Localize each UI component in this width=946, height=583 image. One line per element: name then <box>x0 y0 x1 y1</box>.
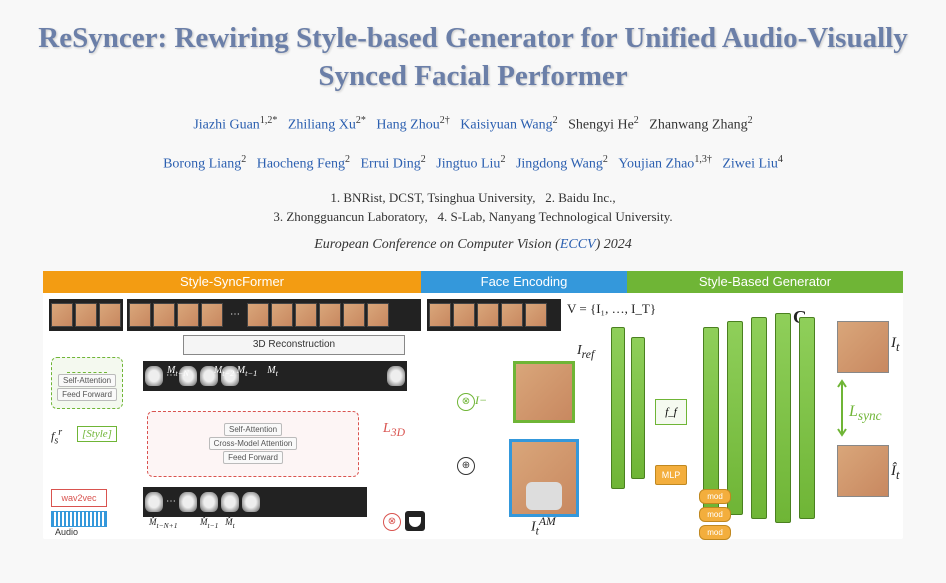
author-kaisiyuan-wang[interactable]: Kaisiyuan Wang <box>460 118 552 133</box>
author-shengyi-he: Shengyi He <box>568 118 634 133</box>
author-affil-sup: 2 <box>345 154 350 165</box>
mask-small-icon <box>405 511 425 531</box>
venue-prefix: European Conference on Computer Vision ( <box>314 237 560 252</box>
author-zhanwang-zhang: Zhanwang Zhang <box>649 118 747 133</box>
author-youjian-zhao[interactable]: Youjian Zhao <box>618 156 694 171</box>
author-affil-sup: 2 <box>500 154 505 165</box>
attn-block-2: Self-Attention Cross-Model Attention Fee… <box>147 411 359 477</box>
I-AM-image <box>509 439 579 517</box>
style-box: [Style] <box>77 426 117 442</box>
header-generator: Style-Based Generator <box>627 271 903 293</box>
author-haocheng-feng[interactable]: Haocheng Feng <box>257 156 345 171</box>
mod-1: mod <box>699 489 731 504</box>
Ihat-label: Ît <box>891 463 899 483</box>
op-sum: ⊕ <box>457 457 475 475</box>
op-mask: ⊗ <box>457 393 475 411</box>
mlp-box: MLP <box>655 465 687 485</box>
author-affil-sup: 2 <box>634 115 639 126</box>
output-Ihat <box>837 445 889 497</box>
self-attention-1: Self-Attention <box>58 374 116 387</box>
cross-model-attention: Cross-Model Attention <box>209 437 298 450</box>
affil-1: 1. BNRist, DCST, Tsinghua University, <box>330 190 535 205</box>
author-borong-liang[interactable]: Borong Liang <box>163 156 241 171</box>
author-affil-sup: 2 <box>421 154 426 165</box>
author-affil-sup: 2 <box>603 154 608 165</box>
author-affil-sup: 2* <box>356 115 366 126</box>
author-affil-sup: 1,3† <box>694 154 712 165</box>
author-affil-sup: 4 <box>778 154 783 165</box>
Lsync-label: Lsync <box>849 403 882 424</box>
author-zhiliang-xu[interactable]: Zhiliang Xu <box>288 118 356 133</box>
audio-waveform-icon <box>51 511 107 527</box>
author-affil-sup: 2† <box>440 115 450 126</box>
attn-block-1: Self-Attention Feed Forward <box>51 357 123 409</box>
paper-header: ReSyncer: Rewiring Style-based Generator… <box>0 0 946 549</box>
author-jingdong-wang[interactable]: Jingdong Wang <box>516 156 603 171</box>
author-affil-sup: 2 <box>553 115 558 126</box>
Mhat-label: M̂t−N+1 M̂t−1 M̂t <box>149 517 235 530</box>
mod-3: mod <box>699 525 731 540</box>
author-affil-sup: 2 <box>748 115 753 126</box>
audio-label: Audio <box>55 527 78 537</box>
box-3d-reconstruction: 3D Reconstruction <box>183 335 405 355</box>
ItAM-label: ItAM <box>531 515 556 537</box>
output-It <box>837 321 889 373</box>
affiliations: 1. BNRist, DCST, Tsinghua University, 2.… <box>30 188 916 227</box>
paper-title: ReSyncer: Rewiring Style-based Generator… <box>30 20 916 95</box>
author-affil-sup: 1,2* <box>260 115 278 126</box>
header-syncformer: Style-SyncFormer <box>43 271 421 293</box>
Iref-label: Iref <box>577 343 594 361</box>
op-mul: ⊗ <box>383 513 401 531</box>
L3D-label: L3D <box>383 421 405 439</box>
author-affil-sup: 2 <box>241 154 246 165</box>
architecture-diagram: Style-SyncFormer Face Encoding Style-Bas… <box>43 271 903 539</box>
authors-line-2: Borong Liang2 Haocheng Feng2 Errui Ding2… <box>30 150 916 178</box>
affil-4: 4. S-Lab, Nanyang Technological Universi… <box>437 209 672 224</box>
mod-2: mod <box>699 507 731 522</box>
author-hang-zhou[interactable]: Hang Zhou <box>376 118 439 133</box>
feed-forward-1: Feed Forward <box>57 388 117 401</box>
It-label: It <box>891 335 899 355</box>
venue-suffix: ) 2024 <box>596 237 632 252</box>
fs-label: fsr <box>51 427 62 446</box>
sync-arrow-icon <box>837 379 847 437</box>
author-jiazhi-guan[interactable]: Jiazhi Guan <box>193 118 259 133</box>
filmstrip-long: ⋯ <box>127 299 421 331</box>
V-label: V = {I₁, …, I_T} <box>567 301 656 317</box>
affil-2: 2. Baidu Inc., <box>545 190 615 205</box>
ff-box: f_f <box>655 399 687 425</box>
venue: European Conference on Computer Vision (… <box>30 237 916 253</box>
author-jingtuo-liu[interactable]: Jingtuo Liu <box>436 156 500 171</box>
M-label: Mt−N Mt−2 Mt−1 Mt <box>167 365 278 378</box>
self-attention-2: Self-Attention <box>224 423 282 436</box>
maskstrip-Mhat: ⋯ <box>143 487 367 517</box>
header-face-encoding: Face Encoding <box>421 271 627 293</box>
feed-forward-2: Feed Forward <box>223 451 283 464</box>
author-ziwei-liu[interactable]: Ziwei Liu <box>722 156 778 171</box>
wav2vec-box: wav2vec <box>51 489 107 507</box>
xI-label: I− <box>475 393 487 408</box>
author-errui-ding[interactable]: Errui Ding <box>361 156 421 171</box>
affil-3: 3. Zhongguancun Laboratory, <box>273 209 427 224</box>
filmstrip-V <box>427 299 561 331</box>
authors-line-1: Jiazhi Guan1,2* Zhiliang Xu2* Hang Zhou2… <box>30 111 916 139</box>
I-ref-image <box>513 361 575 423</box>
filmstrip-short <box>49 299 123 331</box>
venue-link[interactable]: ECCV <box>560 237 596 252</box>
